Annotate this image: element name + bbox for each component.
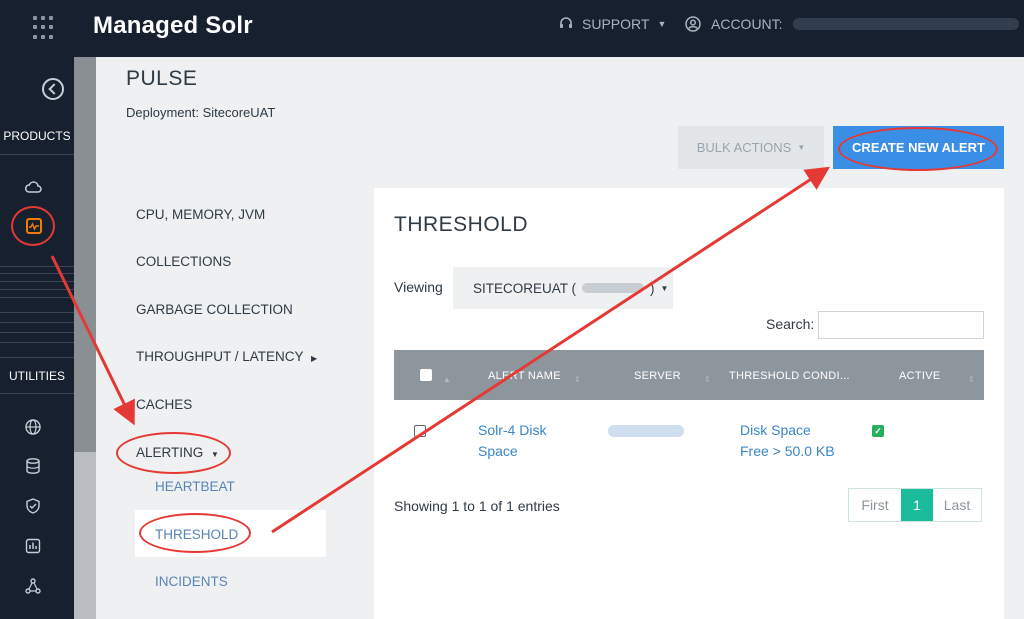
account-menu[interactable]: ACCOUNT: bbox=[685, 16, 1019, 32]
divider bbox=[0, 297, 74, 298]
panel-title: THRESHOLD bbox=[394, 213, 529, 236]
support-label: SUPPORT bbox=[582, 16, 650, 32]
chevron-down-icon: ▼ bbox=[660, 283, 669, 293]
row-checkbox[interactable] bbox=[414, 425, 426, 437]
table-info: Showing 1 to 1 of 1 entries bbox=[394, 498, 560, 514]
chevron-down-icon: ▼ bbox=[797, 143, 806, 152]
search-input[interactable] bbox=[818, 311, 984, 339]
sort-icon[interactable]: ⇕ bbox=[574, 375, 581, 384]
divider bbox=[0, 154, 74, 155]
scrollbar-track[interactable] bbox=[74, 57, 96, 619]
select-all-checkbox[interactable] bbox=[420, 369, 432, 381]
subnav-item-incidents[interactable]: INCIDENTS bbox=[155, 574, 228, 589]
pagination: First 1 Last bbox=[848, 488, 982, 522]
alert-name-link[interactable]: Solr-4 Disk Space bbox=[478, 420, 546, 462]
globe-icon[interactable] bbox=[22, 416, 44, 438]
chevron-right-icon: ▶ bbox=[311, 354, 318, 363]
scrollbar-thumb[interactable] bbox=[74, 57, 96, 452]
annotation-circle bbox=[116, 432, 231, 474]
pulse-item-highlight[interactable] bbox=[11, 206, 55, 246]
app-title: Managed Solr bbox=[93, 12, 253, 39]
active-check-icon[interactable]: ✓ bbox=[872, 425, 884, 437]
column-threshold-condition[interactable]: THRESHOLD CONDI... bbox=[729, 370, 850, 382]
cloud-icon[interactable] bbox=[22, 176, 44, 198]
deployment-select[interactable]: SITECOREUAT () ▼ bbox=[453, 267, 673, 309]
pulse-icon bbox=[26, 218, 42, 234]
chevron-down-icon: ▼ bbox=[657, 19, 667, 29]
divider bbox=[0, 322, 74, 323]
pager-page-button[interactable]: 1 bbox=[901, 489, 933, 521]
divider bbox=[0, 266, 74, 267]
divider bbox=[0, 393, 74, 394]
threshold-condition-link[interactable]: Disk Space Free > 50.0 KB bbox=[740, 420, 835, 462]
database-icon[interactable] bbox=[22, 455, 44, 477]
condition-line: Free > 50.0 KB bbox=[740, 443, 835, 459]
utilities-label: UTILITIES bbox=[8, 369, 65, 383]
network-icon[interactable] bbox=[22, 575, 44, 597]
divider bbox=[0, 357, 74, 358]
alert-name-line: Solr-4 Disk bbox=[478, 422, 547, 438]
chart-icon[interactable] bbox=[22, 535, 44, 557]
collapse-sidebar-icon[interactable] bbox=[42, 78, 64, 100]
support-menu[interactable]: SUPPORT ▼ bbox=[558, 16, 666, 32]
nav-item-cpu-memory-jvm[interactable]: CPU, MEMORY, JVM bbox=[136, 207, 265, 222]
annotation-circle bbox=[139, 513, 251, 553]
threshold-panel bbox=[374, 188, 1004, 619]
bulk-actions-label: BULK ACTIONS bbox=[696, 140, 792, 155]
deployment-select-value: SITECOREUAT ( bbox=[473, 280, 577, 296]
alert-name-line: Space bbox=[478, 443, 518, 459]
nav-item-label: THROUGHPUT / LATENCY bbox=[136, 349, 304, 364]
subnav-item-heartbeat[interactable]: HEARTBEAT bbox=[155, 479, 235, 494]
account-label: ACCOUNT: bbox=[711, 16, 783, 32]
column-alert-name[interactable]: ALERT NAME bbox=[488, 370, 561, 382]
viewing-label: Viewing bbox=[394, 279, 443, 295]
user-icon bbox=[685, 16, 701, 32]
products-label: PRODUCTS bbox=[3, 129, 71, 143]
sort-icon[interactable]: ▲ bbox=[443, 375, 451, 384]
divider bbox=[0, 281, 74, 282]
pager-last-button[interactable]: Last bbox=[933, 489, 981, 521]
page-title: PULSE bbox=[126, 67, 198, 90]
divider bbox=[0, 312, 74, 313]
redacted-server-link[interactable] bbox=[608, 425, 684, 437]
nav-item-throughput-latency[interactable]: THROUGHPUT / LATENCY ▶ bbox=[136, 349, 317, 364]
divider bbox=[0, 289, 74, 290]
pager-first-button[interactable]: First bbox=[849, 489, 901, 521]
condition-line: Disk Space bbox=[740, 422, 811, 438]
product-sidebar: PRODUCTS UTILITIES bbox=[0, 57, 74, 619]
column-server[interactable]: SERVER bbox=[634, 370, 681, 382]
search-label: Search: bbox=[766, 316, 815, 332]
sort-icon[interactable]: ⇕ bbox=[968, 375, 975, 384]
divider bbox=[0, 342, 74, 343]
redacted-account-name bbox=[792, 18, 1019, 30]
deployment-select-suffix: ) bbox=[650, 280, 655, 296]
divider bbox=[0, 332, 74, 333]
sort-icon[interactable]: ⇕ bbox=[704, 375, 711, 384]
apps-grid-icon[interactable] bbox=[33, 16, 57, 40]
nav-item-caches[interactable]: CACHES bbox=[136, 397, 192, 412]
deployment-label: Deployment: SitecoreUAT bbox=[126, 105, 276, 120]
redacted-deployment-id bbox=[582, 283, 645, 293]
top-bar: Managed Solr SUPPORT ▼ ACCOUNT: bbox=[0, 0, 1024, 57]
divider bbox=[0, 273, 74, 274]
annotation-circle bbox=[838, 127, 998, 171]
headset-icon bbox=[560, 17, 572, 28]
bulk-actions-button[interactable]: BULK ACTIONS ▼ bbox=[678, 126, 824, 169]
column-active[interactable]: ACTIVE bbox=[899, 370, 941, 382]
nav-item-collections[interactable]: COLLECTIONS bbox=[136, 254, 231, 269]
table-header: ▲ ALERT NAME ⇕ SERVER ⇕ THRESHOLD CONDI.… bbox=[394, 350, 984, 400]
nav-item-garbage-collection[interactable]: GARBAGE COLLECTION bbox=[136, 302, 293, 317]
shield-icon[interactable] bbox=[22, 495, 44, 517]
